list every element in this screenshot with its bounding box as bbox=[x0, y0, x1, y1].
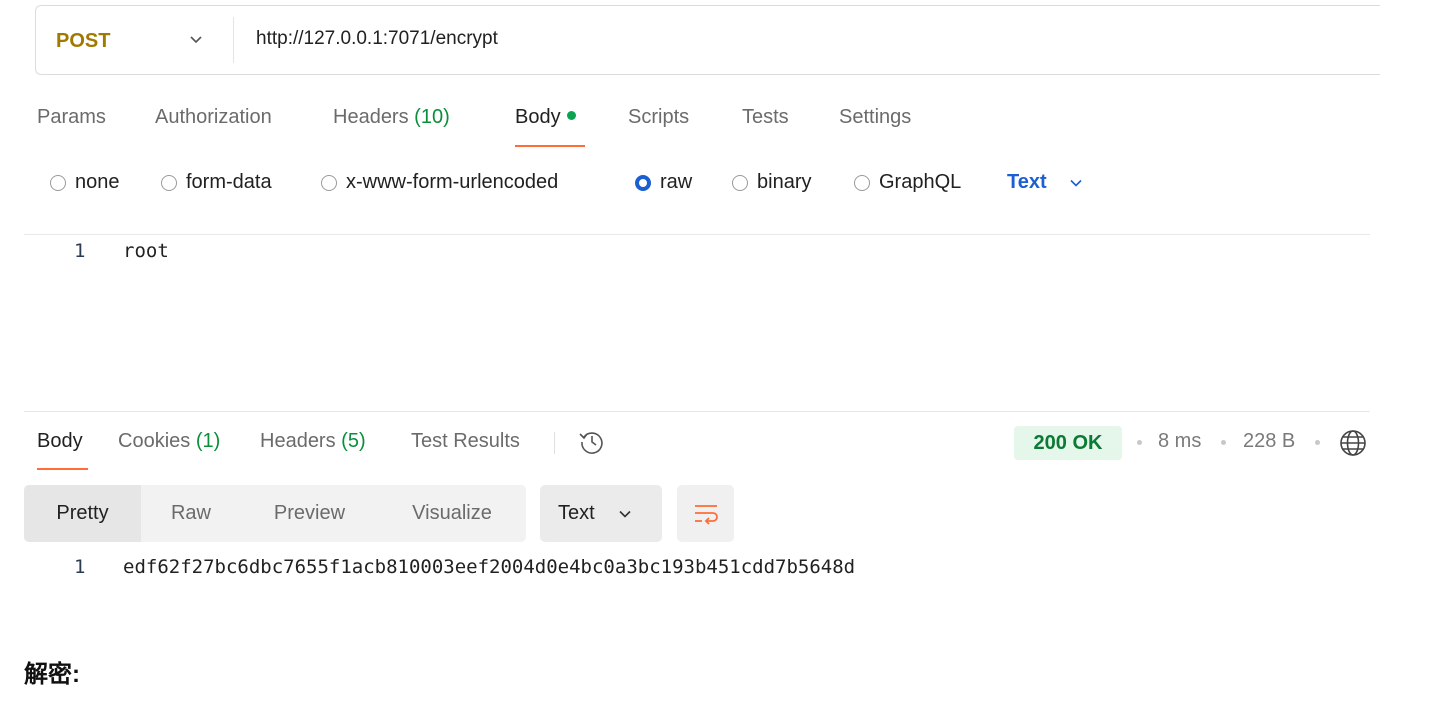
body-indicator-dot bbox=[566, 111, 576, 121]
tab-tests[interactable]: Tests bbox=[742, 106, 789, 129]
url-bar: POST bbox=[35, 5, 1380, 75]
radio-form-data[interactable]: form-data bbox=[161, 171, 272, 194]
radio-circle-selected bbox=[635, 174, 651, 191]
radio-x-www-form-urlencoded[interactable]: x-www-form-urlencoded bbox=[321, 171, 558, 194]
meta-separator bbox=[1315, 440, 1320, 445]
response-tab-cookies[interactable]: Cookies (1) bbox=[118, 430, 220, 453]
tab-headers[interactable]: Headers (10) bbox=[333, 106, 450, 129]
tab-params[interactable]: Params bbox=[37, 106, 106, 129]
format-label: Text bbox=[558, 502, 595, 524]
section-heading: 解密: bbox=[24, 661, 80, 688]
meta-separator bbox=[1137, 440, 1142, 445]
cookies-count: (1) bbox=[195, 430, 221, 452]
wrap-lines-button[interactable] bbox=[677, 485, 734, 542]
tab-scripts[interactable]: Scripts bbox=[628, 106, 689, 129]
raw-format-select[interactable]: Text bbox=[1007, 171, 1083, 194]
radio-none[interactable]: none bbox=[50, 171, 120, 194]
response-tab-headers[interactable]: Headers (5) bbox=[260, 430, 366, 453]
response-divider bbox=[24, 411, 1370, 412]
chevron-down-icon bbox=[1070, 179, 1082, 187]
editor-divider bbox=[24, 234, 1370, 235]
line-number: 1 bbox=[74, 556, 86, 578]
request-body-editor[interactable]: root bbox=[123, 240, 169, 262]
view-preview[interactable]: Preview bbox=[241, 485, 378, 542]
globe-icon[interactable] bbox=[1338, 428, 1368, 458]
url-separator bbox=[233, 17, 234, 63]
radio-graphql[interactable]: GraphQL bbox=[854, 171, 961, 194]
meta-separator bbox=[1221, 440, 1226, 445]
response-format-select[interactable]: Text bbox=[540, 485, 662, 542]
tab-body[interactable]: Body bbox=[515, 106, 576, 129]
chevron-down-icon bbox=[619, 510, 631, 518]
tab-separator bbox=[554, 432, 555, 454]
response-headers-count: (5) bbox=[341, 430, 366, 452]
response-tab-test-results[interactable]: Test Results bbox=[411, 430, 520, 453]
radio-binary[interactable]: binary bbox=[732, 171, 811, 194]
status-badge[interactable]: 200 OK bbox=[1014, 426, 1122, 460]
line-number: 1 bbox=[74, 240, 86, 262]
view-visualize[interactable]: Visualize bbox=[378, 485, 526, 542]
radio-raw[interactable]: raw bbox=[635, 171, 692, 194]
response-time[interactable]: 8 ms bbox=[1158, 430, 1201, 453]
active-tab-underline bbox=[515, 145, 585, 147]
view-pretty[interactable]: Pretty bbox=[24, 485, 141, 542]
view-mode-toggle: Pretty Raw Preview Visualize bbox=[24, 485, 526, 542]
history-icon[interactable] bbox=[578, 428, 606, 456]
response-body-text[interactable]: edf62f27bc6dbc7655f1acb810003eef2004d0e4… bbox=[123, 556, 855, 578]
chevron-down-icon[interactable] bbox=[186, 30, 206, 50]
tab-settings[interactable]: Settings bbox=[839, 106, 911, 129]
radio-circle bbox=[321, 174, 337, 191]
response-active-underline bbox=[37, 468, 88, 470]
response-tab-body[interactable]: Body bbox=[37, 430, 83, 453]
wrap-lines-icon bbox=[694, 504, 718, 525]
view-raw[interactable]: Raw bbox=[141, 485, 241, 542]
tab-authorization[interactable]: Authorization bbox=[155, 106, 272, 129]
radio-circle bbox=[854, 174, 870, 191]
url-input[interactable] bbox=[256, 28, 1156, 50]
response-size[interactable]: 228 B bbox=[1243, 430, 1295, 453]
radio-circle bbox=[161, 174, 177, 191]
method-select[interactable]: POST bbox=[56, 30, 110, 53]
radio-circle bbox=[732, 174, 748, 191]
radio-circle bbox=[50, 174, 66, 191]
headers-count: (10) bbox=[414, 106, 450, 128]
